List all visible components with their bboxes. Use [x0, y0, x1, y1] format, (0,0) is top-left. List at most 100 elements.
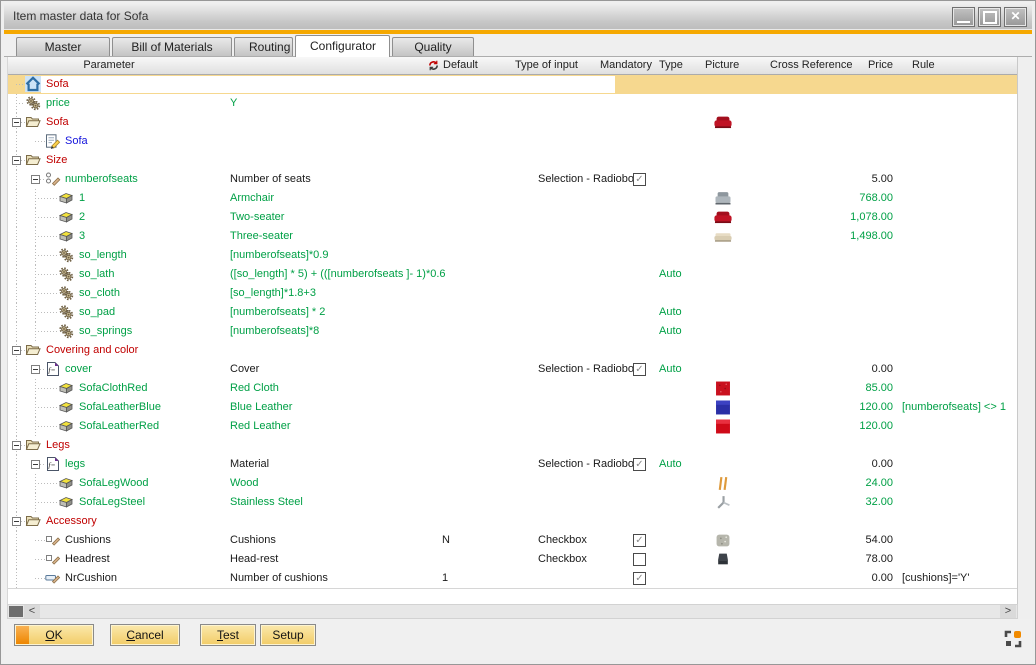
collapse-toggle[interactable] — [12, 517, 21, 526]
mandatory-checkbox[interactable] — [633, 553, 646, 566]
description-cell: Armchair — [230, 189, 274, 208]
description-cell: [so_length]*1.8+3 — [230, 284, 316, 303]
setup-button[interactable]: Setup — [260, 624, 316, 646]
tree-connector — [35, 426, 58, 427]
price-cell: 54.00 — [803, 531, 893, 550]
collapse-toggle[interactable] — [12, 156, 21, 165]
resize-corners-icon[interactable] — [1004, 630, 1022, 648]
tab-routing[interactable]: Routing — [234, 37, 293, 56]
picture-armchair — [713, 191, 733, 206]
window-title: Item master data for Sofa — [13, 4, 148, 29]
scroll-left-arrow-icon[interactable]: < — [24, 605, 40, 618]
table-row[interactable]: so_cloth [so_length]*1.8+3 — [8, 284, 1017, 303]
scrollbar-thumb[interactable] — [9, 606, 23, 617]
table-row[interactable]: f=coverCoverSelection - Radiobox✓Auto0.0… — [8, 360, 1017, 379]
table-row[interactable]: so_lath([so_length] * 5) + (([numberofse… — [8, 265, 1017, 284]
column-header-mandatory[interactable]: Mandatory — [600, 57, 652, 74]
tree-guide-line — [16, 322, 17, 341]
table-row[interactable]: SofaLeatherBlueBlue Leather120.00[number… — [8, 398, 1017, 417]
mandatory-checkbox[interactable]: ✓ — [633, 572, 646, 585]
table-row[interactable]: Legs — [8, 436, 1017, 455]
tab-quality-control[interactable]: Quality control — [392, 37, 474, 56]
column-header-default[interactable]: Default — [443, 57, 478, 74]
parameter-label: so_length — [79, 246, 127, 265]
tab-master-data[interactable]: Master Data — [16, 37, 110, 56]
table-row[interactable]: numberofseatsNumber of seatsSelection - … — [8, 170, 1017, 189]
collapse-toggle[interactable] — [12, 346, 21, 355]
horizontal-scrollbar[interactable]: < > — [7, 604, 1018, 619]
table-row[interactable]: SofaLeatherRedRed Leather120.00 — [8, 417, 1017, 436]
table-row[interactable]: so_length[numberofseats]*0.9 — [8, 246, 1017, 265]
table-row[interactable]: SofaLegSteelStainless Steel32.00 — [8, 493, 1017, 512]
type-cell: Auto — [659, 265, 682, 284]
mandatory-checkbox[interactable]: ✓ — [633, 173, 646, 186]
picture-sofa-red — [713, 115, 733, 130]
column-header-cross-reference[interactable]: Cross Reference — [770, 57, 853, 74]
column-header-rule[interactable]: Rule — [912, 57, 935, 74]
table-row[interactable]: Covering and color — [8, 341, 1017, 360]
mandatory-checkbox[interactable]: ✓ — [633, 363, 646, 376]
mandatory-checkbox[interactable]: ✓ — [633, 534, 646, 547]
column-header-type[interactable]: Type — [659, 57, 683, 74]
table-row[interactable]: CushionsCushionsNCheckbox✓54.00 — [8, 531, 1017, 550]
picture-swatch-blue — [713, 400, 733, 415]
table-row[interactable]: priceY — [8, 94, 1017, 113]
price-cell: 0.00 — [803, 569, 893, 588]
table-row[interactable]: Sofa — [8, 132, 1017, 151]
tab-configurator[interactable]: Configurator — [295, 35, 390, 57]
table-row[interactable]: so_pad[numberofseats] * 2Auto — [8, 303, 1017, 322]
minimize-button[interactable] — [952, 7, 975, 27]
table-row[interactable]: HeadrestHead-restCheckbox78.00 — [8, 550, 1017, 569]
tree-connector — [35, 407, 58, 408]
ok-button[interactable]: OK — [14, 624, 94, 646]
description-cell: Stainless Steel — [230, 493, 303, 512]
table-row[interactable]: Size — [8, 151, 1017, 170]
collapse-toggle[interactable] — [31, 175, 40, 184]
collapse-toggle[interactable] — [12, 118, 21, 127]
cancel-button[interactable]: Cancel — [110, 624, 180, 646]
collapse-toggle[interactable] — [31, 460, 40, 469]
maximize-button[interactable] — [978, 7, 1001, 27]
scroll-right-arrow-icon[interactable]: > — [1000, 605, 1016, 618]
collapse-toggle[interactable] — [12, 441, 21, 450]
table-row[interactable]: 1Armchair768.00 — [8, 189, 1017, 208]
parameter-label: 3 — [79, 227, 85, 246]
table-row[interactable]: f=legsMaterialSelection - Radiobox✓Auto0… — [8, 455, 1017, 474]
table-row[interactable]: 2Two-seater1,078.00 — [8, 208, 1017, 227]
parameter-label: SofaClothRed — [79, 379, 148, 398]
mandatory-checkbox[interactable]: ✓ — [633, 458, 646, 471]
tree-guide-line — [16, 208, 17, 227]
parameter-label: so_cloth — [79, 284, 120, 303]
table-row[interactable]: NrCushionNumber of cushions1✓0.00[cushio… — [8, 569, 1017, 588]
column-header-price[interactable]: Price — [847, 57, 893, 74]
tree-connector — [35, 312, 58, 313]
table-row[interactable]: so_springs[numberofseats]*8Auto — [8, 322, 1017, 341]
column-header-type-of-input[interactable]: Type of input — [515, 57, 578, 74]
table-row[interactable]: SofaClothRedRed Cloth85.00 — [8, 379, 1017, 398]
column-header-parameter[interactable]: Parameter — [61, 57, 157, 74]
table-row[interactable]: Sofa — [8, 75, 1017, 94]
table-row[interactable]: Accessory — [8, 512, 1017, 531]
gears-icon — [58, 304, 74, 320]
tree-connector — [35, 483, 58, 484]
tree-guide-line — [16, 550, 17, 569]
table-row[interactable]: 3Three-seater1,498.00 — [8, 227, 1017, 246]
test-button[interactable]: Test — [200, 624, 256, 646]
column-header-picture[interactable]: Picture — [705, 57, 739, 74]
close-button[interactable]: ✕ — [1004, 7, 1027, 27]
inline-edit-field[interactable] — [41, 76, 615, 93]
collapse-toggle[interactable] — [31, 365, 40, 374]
table-row[interactable]: Sofa — [8, 113, 1017, 132]
box-icon — [58, 190, 74, 206]
tab-bill-of-materials[interactable]: Bill of Materials — [112, 37, 232, 56]
price-cell: 78.00 — [803, 550, 893, 569]
table-row[interactable]: SofaLegWoodWood24.00 — [8, 474, 1017, 493]
tree-connector — [35, 293, 58, 294]
parameter-label: 2 — [79, 208, 85, 227]
title-bar[interactable]: Item master data for Sofa ✕ — [4, 4, 1032, 30]
picture-swatch-red — [713, 419, 733, 434]
price-cell: 24.00 — [803, 474, 893, 493]
picture-headrest — [713, 552, 733, 567]
type-of-input-cell: Selection - Radiobox — [538, 170, 640, 189]
price-cell: 32.00 — [803, 493, 893, 512]
